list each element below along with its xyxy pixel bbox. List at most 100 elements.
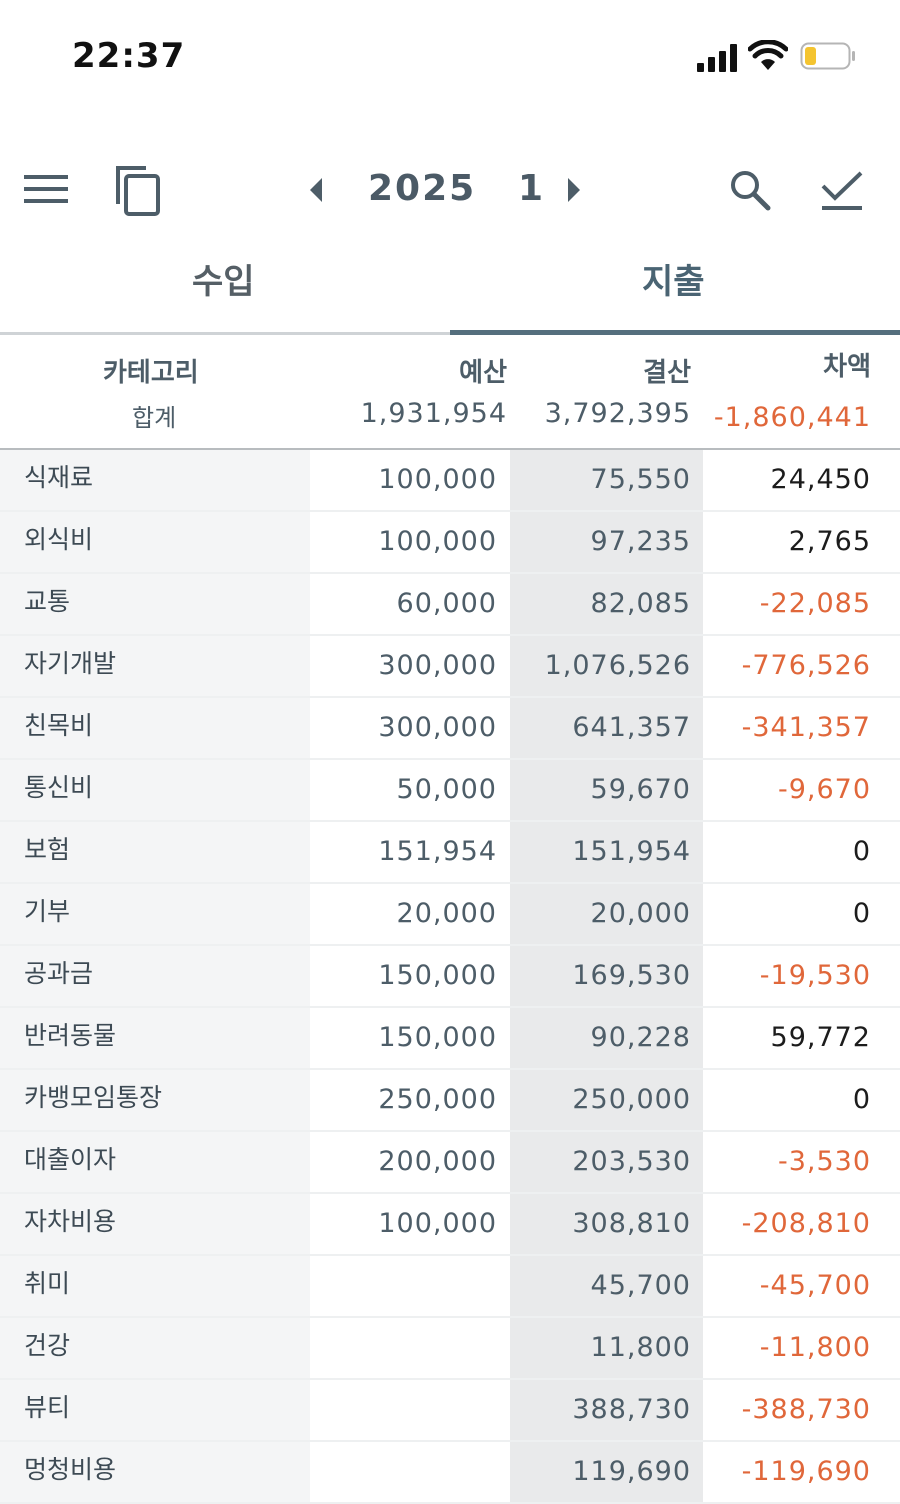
difference-value: -388,730 bbox=[741, 1394, 871, 1425]
category-name: 외식비 bbox=[24, 525, 94, 554]
total-label: 합계 bbox=[132, 404, 177, 432]
cellular-signal-icon bbox=[697, 44, 739, 72]
menu-icon[interactable] bbox=[24, 172, 68, 206]
actual-value: 250,000 bbox=[572, 1084, 691, 1115]
actual-value: 1,076,526 bbox=[544, 650, 691, 681]
status-time: 22:37 bbox=[72, 36, 186, 76]
tab-expense[interactable]: 지출 bbox=[642, 254, 705, 303]
actual-value: 45,700 bbox=[590, 1270, 691, 1301]
difference-value: 2,765 bbox=[788, 526, 871, 557]
difference-value: -776,526 bbox=[741, 650, 871, 681]
table-row[interactable]: 공과금 150,000 169,530 -19,530 bbox=[0, 946, 900, 1008]
category-name: 기부 bbox=[24, 897, 71, 926]
table-row[interactable]: 친목비 300,000 641,357 -341,357 bbox=[0, 698, 900, 760]
table-row[interactable]: 교통 60,000 82,085 -22,085 bbox=[0, 574, 900, 636]
actual-value: 119,690 bbox=[572, 1456, 691, 1487]
copy-icon[interactable] bbox=[114, 164, 162, 216]
difference-value: -3,530 bbox=[777, 1146, 871, 1177]
category-name: 카뱅모임통장 bbox=[24, 1083, 163, 1112]
budget-value: 200,000 bbox=[378, 1146, 497, 1177]
difference-value: 0 bbox=[852, 1084, 871, 1115]
actual-value: 97,235 bbox=[590, 526, 691, 557]
budget-cell[interactable] bbox=[312, 1442, 508, 1502]
category-name: 대출이자 bbox=[24, 1145, 117, 1174]
difference-value: 59,772 bbox=[770, 1022, 871, 1053]
actual-value: 11,800 bbox=[590, 1332, 691, 1363]
tab-income[interactable]: 수입 bbox=[192, 254, 255, 303]
budget-value: 151,954 bbox=[378, 836, 497, 867]
budget-value: 100,000 bbox=[378, 1208, 497, 1239]
total-actual: 3,792,395 bbox=[544, 398, 691, 429]
table-row[interactable]: 대출이자 200,000 203,530 -3,530 bbox=[0, 1132, 900, 1194]
status-bar: 22:37 bbox=[0, 0, 900, 110]
table-row[interactable]: 식재료 100,000 75,550 24,450 bbox=[0, 450, 900, 512]
difference-value: -45,700 bbox=[759, 1270, 871, 1301]
budget-value: 100,000 bbox=[378, 464, 497, 495]
difference-value: -11,800 bbox=[759, 1332, 871, 1363]
previous-month-icon[interactable] bbox=[306, 176, 326, 204]
budget-cell[interactable] bbox=[312, 1256, 508, 1316]
budget-cell[interactable] bbox=[312, 1318, 508, 1378]
budget-value: 50,000 bbox=[396, 774, 497, 805]
category-name: 건강 bbox=[24, 1331, 71, 1360]
table-row[interactable]: 반려동물 150,000 90,228 59,772 bbox=[0, 1008, 900, 1070]
budget-value: 20,000 bbox=[396, 898, 497, 929]
table-row[interactable]: 외식비 100,000 97,235 2,765 bbox=[0, 512, 900, 574]
table-row[interactable]: 멍청비용 119,690 -119,690 bbox=[0, 1442, 900, 1504]
table-row[interactable]: 자기개발 300,000 1,076,526 -776,526 bbox=[0, 636, 900, 698]
year-label[interactable]: 2025 bbox=[368, 168, 476, 209]
category-name: 친목비 bbox=[24, 711, 94, 740]
table-row[interactable]: 건강 11,800 -11,800 bbox=[0, 1318, 900, 1380]
actual-value: 151,954 bbox=[572, 836, 691, 867]
next-month-icon[interactable] bbox=[564, 176, 584, 204]
budget-value: 300,000 bbox=[378, 712, 497, 743]
table-row[interactable]: 보험 151,954 151,954 0 bbox=[0, 822, 900, 884]
category-name: 보험 bbox=[24, 835, 71, 864]
budget-value: 250,000 bbox=[378, 1084, 497, 1115]
budget-value: 100,000 bbox=[378, 526, 497, 557]
actual-header: 결산 bbox=[643, 358, 691, 388]
actual-value: 169,530 bbox=[572, 960, 691, 991]
budget-value: 300,000 bbox=[378, 650, 497, 681]
budget-cell[interactable] bbox=[312, 1380, 508, 1440]
category-list: 식재료 100,000 75,550 24,450 외식비 100,000 97,235 2,… bbox=[0, 450, 900, 1504]
wifi-icon bbox=[747, 39, 789, 72]
table-row[interactable]: 취미 45,700 -45,700 bbox=[0, 1256, 900, 1318]
table-row[interactable]: 기부 20,000 20,000 0 bbox=[0, 884, 900, 946]
difference-value: 24,450 bbox=[770, 464, 871, 495]
income-expense-tabs: 수입 지출 bbox=[0, 240, 900, 335]
tab-active-indicator bbox=[450, 330, 900, 335]
actual-value: 308,810 bbox=[572, 1208, 691, 1239]
table-row[interactable]: 통신비 50,000 59,670 -9,670 bbox=[0, 760, 900, 822]
category-name: 공과금 bbox=[24, 959, 94, 988]
category-name: 식재료 bbox=[24, 463, 94, 492]
total-budget: 1,931,954 bbox=[360, 398, 507, 429]
actual-value: 75,550 bbox=[590, 464, 691, 495]
category-name: 자기개발 bbox=[24, 649, 117, 678]
difference-value: -22,085 bbox=[759, 588, 871, 619]
actual-value: 20,000 bbox=[590, 898, 691, 929]
budget-value: 150,000 bbox=[378, 960, 497, 991]
category-name: 반려동물 bbox=[24, 1021, 117, 1050]
difference-value: -341,357 bbox=[741, 712, 871, 743]
difference-value: 0 bbox=[852, 836, 871, 867]
search-icon[interactable] bbox=[728, 168, 772, 212]
budget-header: 예산 bbox=[459, 358, 507, 388]
category-name: 취미 bbox=[24, 1269, 71, 1298]
total-difference: -1,860,441 bbox=[713, 402, 871, 433]
checkmark-icon[interactable] bbox=[820, 170, 864, 212]
difference-header: 차액 bbox=[823, 352, 871, 382]
table-row[interactable]: 카뱅모임통장 250,000 250,000 0 bbox=[0, 1070, 900, 1132]
actual-value: 90,228 bbox=[590, 1022, 691, 1053]
difference-value: 0 bbox=[852, 898, 871, 929]
table-row[interactable]: 뷰티 388,730 -388,730 bbox=[0, 1380, 900, 1442]
category-header: 카테고리 bbox=[103, 358, 199, 388]
budget-value: 150,000 bbox=[378, 1022, 497, 1053]
actual-value: 82,085 bbox=[590, 588, 691, 619]
tab-underline bbox=[0, 332, 450, 335]
category-name: 뷰티 bbox=[24, 1393, 71, 1422]
difference-value: -9,670 bbox=[777, 774, 871, 805]
table-row[interactable]: 자차비용 100,000 308,810 -208,810 bbox=[0, 1194, 900, 1256]
actual-value: 641,357 bbox=[572, 712, 691, 743]
month-label[interactable]: 1 bbox=[518, 168, 543, 209]
